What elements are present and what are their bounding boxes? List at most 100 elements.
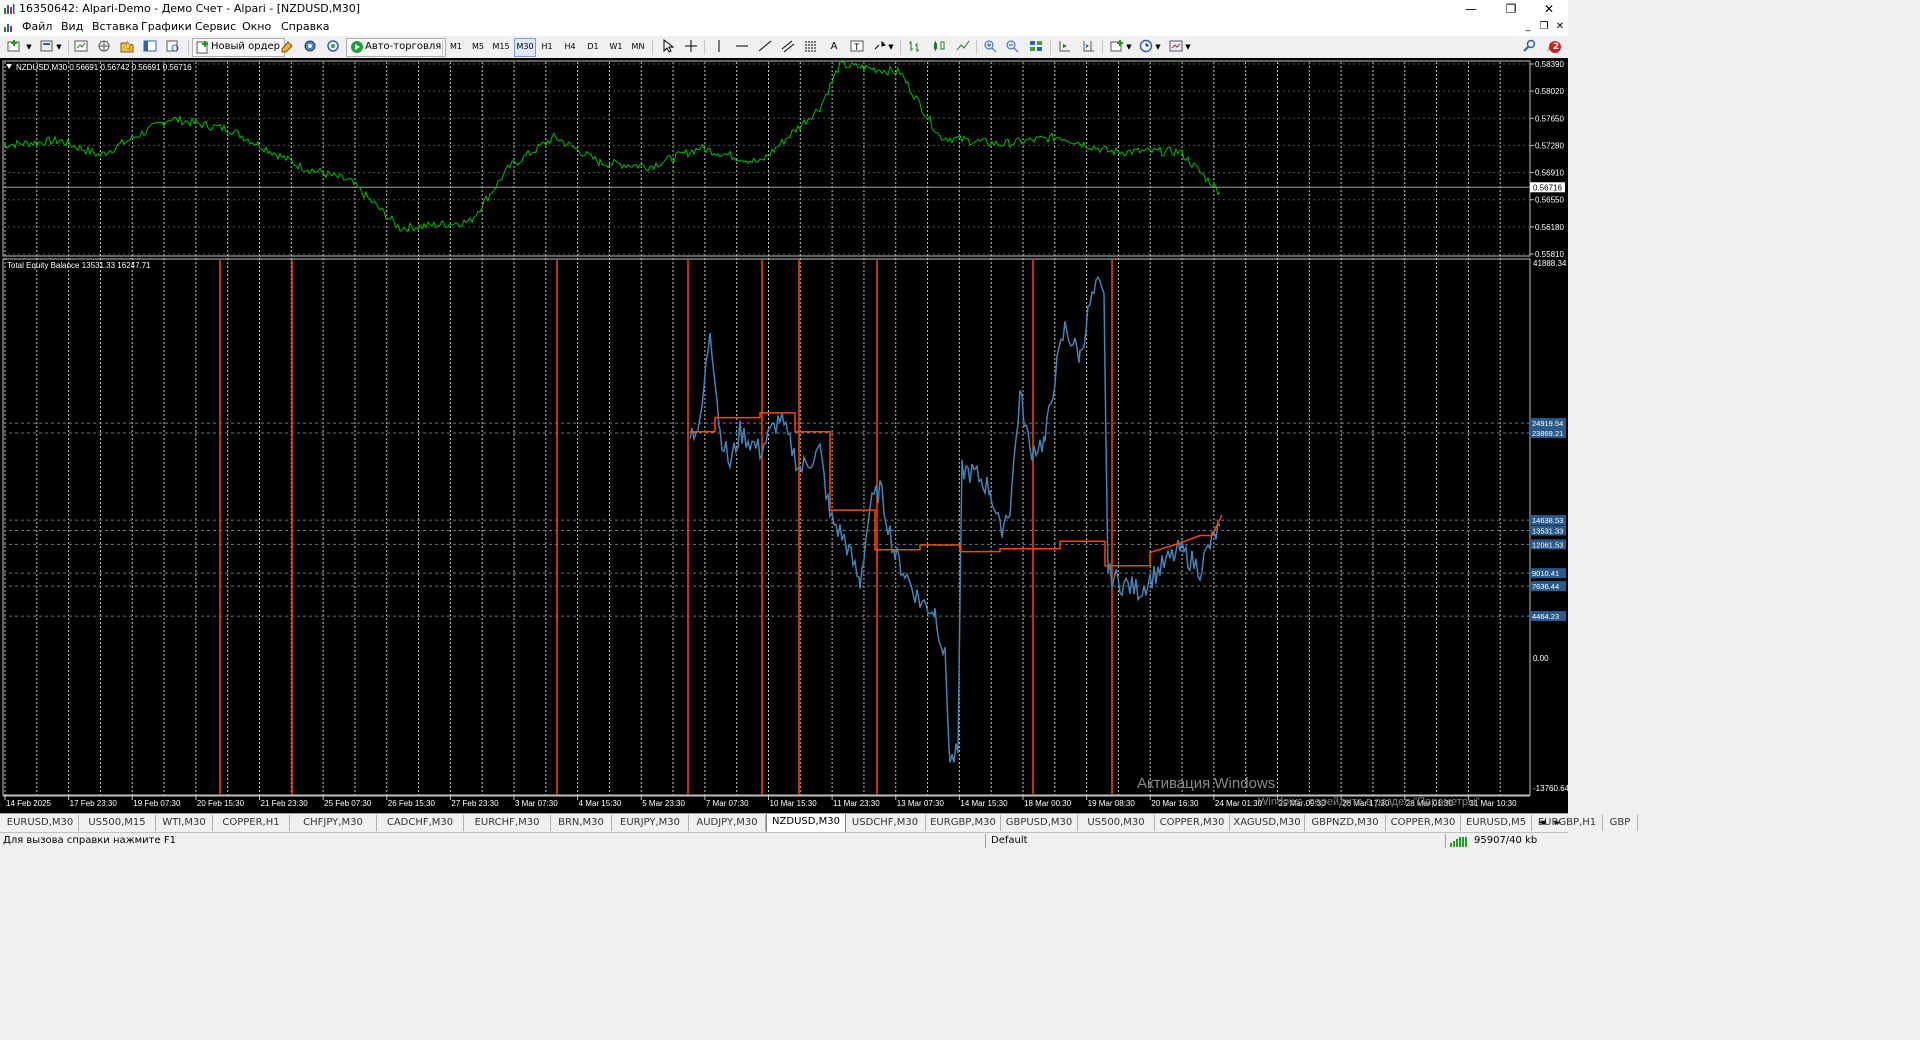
trendline-icon[interactable] [756, 39, 774, 55]
chart-tab-eurgbp-h1[interactable]: EURGBP,H1 [1532, 815, 1603, 831]
search-icon[interactable] [1521, 39, 1539, 55]
chart-tab-brn-m30[interactable]: BRN,M30 [551, 815, 612, 831]
current-price-label: 0.56716 [1533, 183, 1562, 192]
menu-view[interactable]: Вид [61, 20, 83, 33]
terminal-icon[interactable] [141, 39, 159, 55]
timeframe-h4-button[interactable]: H4 [560, 39, 580, 55]
window-title: 16350642: Alpari-Demo - Демо Счет - Alpa… [19, 2, 361, 15]
horizontal-line-icon[interactable] [733, 39, 751, 55]
menu-file[interactable]: Файл [22, 20, 52, 33]
bar-chart-icon[interactable] [906, 39, 924, 55]
time-tick-label: 24 Mar 01:30 [1215, 799, 1263, 808]
navigator-icon[interactable] [118, 39, 136, 55]
price-series-line [2, 59, 1221, 233]
chart-tab-nzdusd-m30[interactable]: NZDUSD,M30 [766, 814, 846, 833]
price-tick-label: 0.55810 [1535, 250, 1564, 259]
indicator-level-label: 24919.54 [1532, 419, 1563, 428]
mdi-close-button[interactable]: ✕ [1552, 20, 1568, 34]
notifications-icon[interactable]: 2 [1544, 39, 1562, 55]
chart-tab-copper-m30[interactable]: COPPER,M30 [1155, 815, 1230, 831]
close-button[interactable]: ✕ [1528, 0, 1570, 18]
strategy-tester-icon[interactable] [164, 39, 182, 55]
chart-tab-wti-m30[interactable]: WTI,M30 [156, 815, 213, 831]
chart-tab-us500-m15[interactable]: US500,M15 [79, 815, 156, 831]
chart-area[interactable]: 0.58390 0.58020 0.57650 0.57280 0.56910 0.565… [0, 58, 1568, 813]
profiles-dropdown-icon[interactable]: ▼ [54, 39, 64, 55]
menu-tools[interactable]: Сервис [195, 20, 236, 33]
line-chart-icon[interactable] [954, 39, 972, 55]
timeframe-m5-button[interactable]: M5 [468, 39, 488, 55]
menu-insert[interactable]: Вставка [92, 20, 139, 33]
vertical-line-icon[interactable] [710, 39, 728, 55]
timeframe-mn-button[interactable]: MN [628, 39, 648, 55]
data-window-icon[interactable] [95, 39, 113, 55]
text-label-icon[interactable]: T [848, 39, 866, 55]
chart-tab-audjpy-m30[interactable]: AUDJPY,M30 [689, 815, 766, 831]
new-order-button[interactable]: Новый ордер [192, 38, 285, 57]
timeframe-w1-button[interactable]: W1 [606, 39, 626, 55]
chart-tab-eurusd-m5[interactable]: EURUSD,M5 [1461, 815, 1532, 831]
market-icon[interactable] [324, 39, 342, 55]
new-chart-dropdown-icon[interactable]: ▼ [24, 39, 34, 55]
toolbar: ▼ ▼ Новый ордер Авто-торговля M1 M5 M15 … [0, 36, 1568, 59]
chart-tab-xagusd-m30[interactable]: XAGUSD,M30 [1230, 815, 1305, 831]
chart-tab-gbpnzd-m30[interactable]: GBPNZD,M30 [1305, 815, 1386, 831]
indicator-pane-frame [2, 258, 1531, 796]
chart-tab-eurgbp-m30[interactable]: EURGBP,M30 [926, 815, 1001, 831]
new-chart-icon[interactable] [6, 39, 24, 55]
price-tick-label: 0.56550 [1535, 196, 1564, 205]
mdi-restore-button[interactable]: ❐ [1536, 20, 1552, 34]
menu-window[interactable]: Окно [242, 20, 271, 33]
fibonacci-retracement-icon[interactable] [802, 39, 820, 55]
zoom-out-icon[interactable] [1004, 39, 1022, 55]
grid-layer [2, 60, 1531, 796]
arrows-dropdown-icon[interactable]: ▼ [886, 39, 896, 55]
timeframe-m1-button[interactable]: M1 [446, 39, 466, 55]
timeframe-m30-button[interactable]: M30 [514, 38, 536, 57]
chart-tab-copper-h1[interactable]: COPPER,H1 [213, 815, 290, 831]
signals-icon[interactable] [301, 39, 319, 55]
balance-series-line [690, 412, 1223, 567]
chart-tab-eurchf-m30[interactable]: EURCHF,M30 [464, 815, 551, 831]
auto-scroll-icon[interactable] [1056, 39, 1074, 55]
equidistant-channel-icon[interactable] [779, 39, 797, 55]
timeframe-m15-button[interactable]: M15 [491, 39, 511, 55]
mdi-minimize-button[interactable]: _ [1520, 20, 1536, 34]
chart-label-arrow-icon [6, 64, 12, 69]
candlesticks-icon[interactable] [930, 39, 948, 55]
autotrading-button[interactable]: Авто-торговля [346, 38, 447, 57]
market-watch-icon[interactable] [72, 39, 90, 55]
chart-tab-us500-m30[interactable]: US500,M30 [1078, 815, 1155, 831]
periods-dropdown-icon[interactable]: ▼ [1153, 39, 1163, 55]
chart-canvas[interactable]: 0.58390 0.58020 0.57650 0.57280 0.56910 0.565… [0, 58, 1568, 813]
chart-tab-chfjpy-m30[interactable]: CHFJPY,M30 [290, 815, 377, 831]
maximize-button[interactable]: ❐ [1490, 0, 1532, 18]
text-icon[interactable]: A [825, 39, 843, 55]
tile-windows-icon[interactable] [1027, 39, 1045, 55]
menu-bar: Файл Вид Вставка Графики Сервис Окно Спр… [0, 18, 1568, 36]
status-profile[interactable]: Default [991, 835, 1028, 846]
menu-charts[interactable]: Графики [141, 20, 192, 33]
templates-dropdown-icon[interactable]: ▼ [1183, 39, 1193, 55]
crosshair-icon[interactable] [682, 39, 700, 55]
chart-tab-gbp[interactable]: GBP [1603, 815, 1638, 831]
timeframe-h1-button[interactable]: H1 [537, 39, 557, 55]
chart-tab-eurusd-m30[interactable]: EURUSD,M30 [2, 815, 79, 831]
chart-tab-eurjpy-m30[interactable]: EURJPY,M30 [612, 815, 689, 831]
cursor-icon[interactable] [658, 38, 676, 55]
minimize-button[interactable]: — [1450, 0, 1492, 18]
zoom-in-icon[interactable] [982, 39, 1000, 55]
chart-tab-usdchf-m30[interactable]: USDCHF,M30 [845, 815, 926, 831]
chart-tab-copper-m30[interactable]: COPPER,M30 [1386, 815, 1461, 831]
main-chart-label: NZDUSD,M30 0.56691 0.56742 0.56691 0.567… [16, 63, 192, 72]
menu-help[interactable]: Справка [281, 20, 329, 33]
indicator-level-label: 4464.23 [1532, 612, 1559, 621]
chart-tab-cadchf-m30[interactable]: CADCHF,M30 [377, 815, 464, 831]
windows-activation-title: Активация Windows [1137, 775, 1275, 792]
chart-shift-icon[interactable] [1080, 39, 1098, 55]
connection-status-icon [1450, 837, 1467, 847]
metaquotes-language-editor-icon[interactable] [278, 39, 296, 55]
indicators-dropdown-icon[interactable]: ▼ [1124, 39, 1134, 55]
chart-tab-gbpusd-m30[interactable]: GBPUSD,M30 [1001, 815, 1078, 831]
timeframe-d1-button[interactable]: D1 [583, 39, 603, 55]
